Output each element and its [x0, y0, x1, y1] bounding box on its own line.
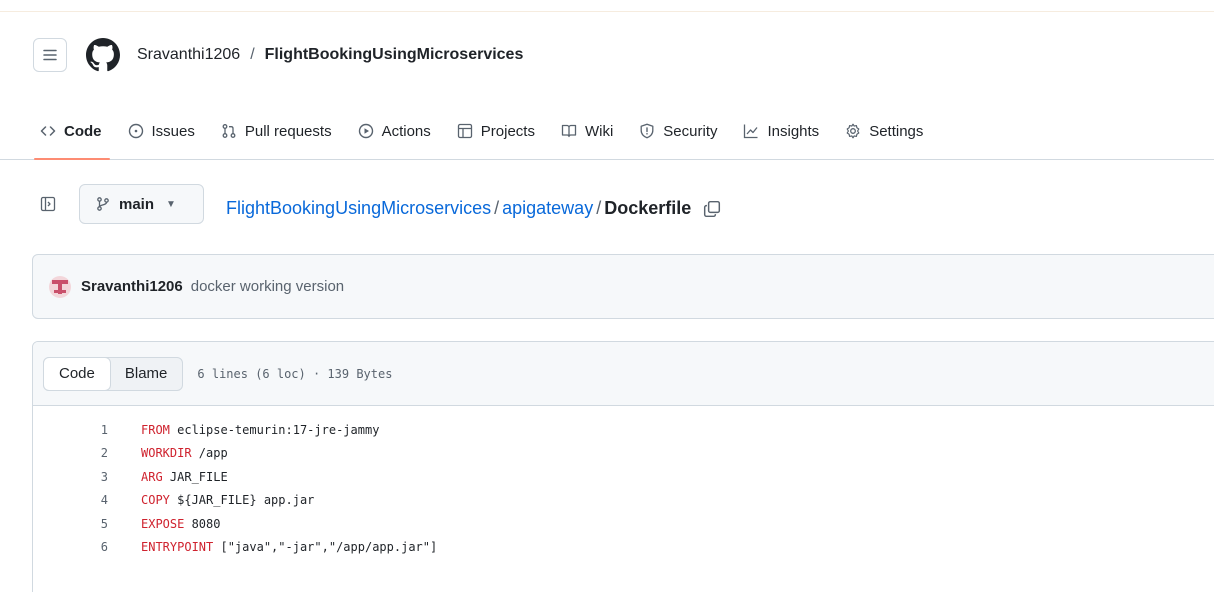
gear-icon	[846, 123, 860, 139]
line-number[interactable]: 6	[33, 540, 108, 554]
tab-issues-label: Issues	[151, 122, 195, 140]
code-line: 6 ENTRYPOINT ["java","-jar","/app/app.ja…	[33, 536, 1214, 560]
path-separator: /	[494, 198, 500, 218]
code-keyword: COPY	[141, 493, 170, 508]
tab-security[interactable]: Security	[639, 116, 717, 146]
blame-view-button[interactable]: Blame	[110, 358, 183, 390]
code-keyword: ENTRYPOINT	[141, 540, 214, 555]
code-line: 5 EXPOSE 8080	[33, 512, 1214, 536]
code-icon	[40, 126, 56, 136]
file-path-breadcrumb: FlightBookingUsingMicroservices / apigat…	[226, 198, 721, 219]
menu-button[interactable]	[33, 38, 67, 72]
copy-icon[interactable]	[703, 200, 721, 218]
breadcrumb-separator: /	[250, 46, 255, 63]
play-icon	[358, 123, 373, 139]
tab-issues[interactable]: Issues	[128, 116, 195, 146]
tab-settings-label: Settings	[869, 122, 924, 140]
code-line: 2 WORKDIR /app	[33, 442, 1214, 466]
code-viewer-toolbar: Code Blame 6 lines (6 loc) · 139 Bytes	[33, 342, 1214, 406]
tab-actions-label: Actions	[381, 122, 431, 140]
view-mode-toggle: Code Blame	[43, 356, 184, 391]
code-keyword: WORKDIR	[141, 446, 192, 461]
code-text: 8080	[184, 516, 221, 531]
avatar[interactable]	[49, 275, 71, 298]
issue-icon	[128, 123, 143, 139]
top-strip	[0, 0, 1214, 12]
tab-projects[interactable]: Projects	[457, 116, 535, 146]
repo-breadcrumb: Sravanthi1206 / FlightBookingUsingMicros…	[137, 46, 523, 64]
repo-link[interactable]: FlightBookingUsingMicroservices	[265, 46, 524, 64]
avatar-identicon-icon	[52, 279, 68, 294]
repo-header: Sravanthi1206 / FlightBookingUsingMicros…	[0, 12, 1214, 160]
code-keyword: ARG	[141, 469, 163, 484]
tab-settings[interactable]: Settings	[845, 116, 923, 146]
code-keyword: FROM	[141, 422, 170, 437]
line-number[interactable]: 4	[33, 493, 108, 507]
code-text: JAR_FILE	[162, 469, 228, 484]
path-file-name: Dockerfile	[604, 198, 692, 218]
code-line: 1 FROM eclipse-temurin:17-jre-jammy	[33, 418, 1214, 442]
file-info: 6 lines (6 loc) · 139 Bytes	[197, 366, 393, 381]
tab-insights-label: Insights	[767, 122, 820, 140]
code-text: ["java","-jar","/app/app.jar"]	[213, 540, 438, 555]
code-keyword: EXPOSE	[141, 516, 185, 531]
tab-wiki-label: Wiki	[584, 122, 614, 140]
sidebar-expand-button[interactable]	[38, 194, 58, 214]
tab-code-label: Code	[64, 122, 102, 140]
path-dir-link[interactable]: apigateway	[502, 198, 593, 219]
code-line: 4 COPY ${JAR_FILE} app.jar	[33, 489, 1214, 513]
code-text: ${JAR_FILE} app.jar	[169, 493, 315, 508]
graph-icon	[744, 124, 758, 139]
owner-link[interactable]: Sravanthi1206	[137, 46, 240, 64]
pull-request-icon	[222, 124, 236, 138]
tab-wiki[interactable]: Wiki	[561, 116, 613, 146]
hamburger-icon	[43, 49, 57, 61]
tab-pull-requests[interactable]: Pull requests	[221, 116, 332, 146]
github-logo-icon[interactable]	[86, 38, 120, 72]
tab-insights[interactable]: Insights	[743, 116, 819, 146]
code-viewer: Code Blame 6 lines (6 loc) · 139 Bytes 1…	[32, 341, 1214, 592]
path-separator: /	[596, 198, 602, 218]
code-lines: 1 FROM eclipse-temurin:17-jre-jammy 2 WO…	[33, 406, 1214, 559]
git-branch-icon	[97, 197, 109, 211]
path-repo-link[interactable]: FlightBookingUsingMicroservices	[226, 198, 491, 219]
line-number[interactable]: 5	[33, 517, 108, 531]
code-text: /app	[191, 446, 228, 461]
latest-commit-bar: Sravanthi1206 docker working version	[32, 254, 1214, 319]
commit-message[interactable]: docker working version	[191, 278, 344, 295]
line-number[interactable]: 2	[33, 446, 108, 460]
code-text: eclipse-temurin:17-jre-jammy	[169, 422, 380, 437]
line-number[interactable]: 1	[33, 423, 108, 437]
shield-icon	[640, 123, 654, 139]
tab-pull-requests-label: Pull requests	[244, 122, 332, 140]
line-number[interactable]: 3	[33, 470, 108, 484]
tab-security-label: Security	[663, 122, 718, 140]
tab-projects-label: Projects	[480, 122, 535, 140]
tab-code[interactable]: Code	[34, 116, 109, 160]
sidebar-expand-icon	[40, 196, 56, 212]
branch-name: main	[119, 195, 155, 213]
commit-author[interactable]: Sravanthi1206	[81, 278, 183, 295]
table-icon	[457, 123, 472, 139]
repo-tabs: Code Issues Pull requests Actions Projec…	[34, 116, 949, 160]
tab-actions[interactable]: Actions	[358, 116, 431, 146]
chevron-down-icon: ▼	[166, 198, 176, 210]
code-line: 3 ARG JAR_FILE	[33, 465, 1214, 489]
code-view-button[interactable]: Code	[43, 356, 111, 391]
book-icon	[561, 124, 577, 138]
branch-selector[interactable]: main ▼	[79, 184, 204, 224]
